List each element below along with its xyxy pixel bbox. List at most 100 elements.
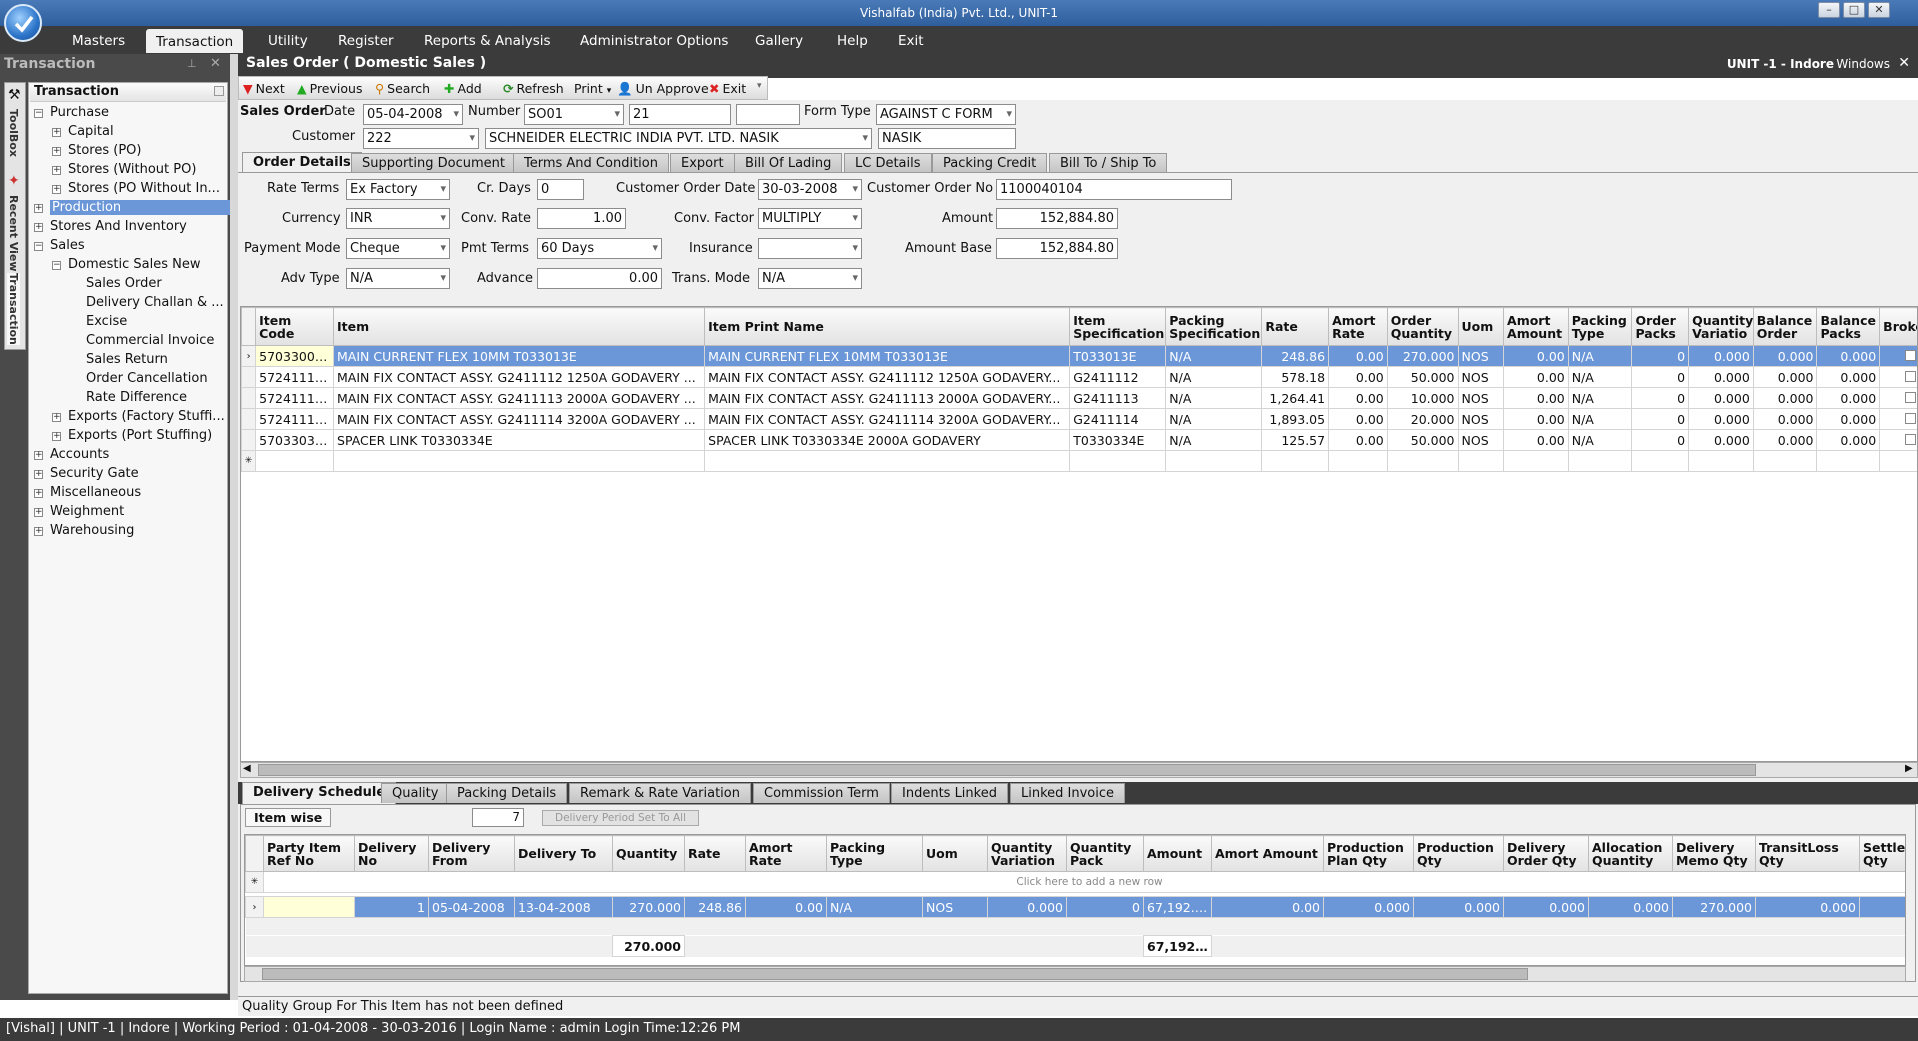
items-empty-cell[interactable] xyxy=(1688,450,1754,472)
items-empty-cell[interactable] xyxy=(1879,450,1917,472)
tab-packing-details[interactable]: Packing Details xyxy=(446,783,568,803)
brokerage-checkbox[interactable] xyxy=(1879,366,1917,388)
delivery-column-header[interactable]: Amort Amount xyxy=(1211,835,1324,872)
items-empty-cell[interactable] xyxy=(1503,450,1569,472)
print-button[interactable]: Print ▾ xyxy=(574,81,611,96)
tab-commission-term[interactable]: Commission Term xyxy=(753,783,890,803)
delivery-column-header[interactable]: Delivery Order Qty xyxy=(1503,835,1589,872)
items-cell[interactable]: 0.000 xyxy=(1816,387,1881,409)
row-pointer-icon[interactable]: › xyxy=(241,345,257,367)
new-row-hint[interactable]: Click here to add a new row xyxy=(263,871,1905,893)
tab-bill-of-lading[interactable]: Bill Of Lading xyxy=(734,153,843,173)
row-header-cell[interactable] xyxy=(241,429,257,451)
pin-icon[interactable]: ⊥ xyxy=(187,57,197,70)
currency-field[interactable]: INR xyxy=(346,208,450,229)
brokerage-checkbox[interactable] xyxy=(1879,429,1917,451)
tab-item-wise[interactable]: Item wise xyxy=(245,808,332,827)
items-cell[interactable]: NOS xyxy=(1457,387,1505,409)
menu-gallery[interactable]: Gallery xyxy=(755,33,803,49)
tab-order-details[interactable]: Order Details xyxy=(242,152,362,174)
items-empty-cell[interactable] xyxy=(1752,450,1818,472)
items-row[interactable]: 572411112 MAIN FIX CONTACT ASSY. G2411112… xyxy=(241,366,1917,388)
insurance-field[interactable] xyxy=(758,238,862,259)
delivery-column-header[interactable]: Delivery No xyxy=(354,835,429,872)
items-cell[interactable]: 0.000 xyxy=(1688,429,1754,451)
items-column-header[interactable]: Quantity Variatio xyxy=(1688,307,1754,346)
items-cell[interactable]: 0 xyxy=(1631,366,1690,388)
splitter[interactable] xyxy=(230,54,238,1000)
items-cell[interactable]: 0 xyxy=(1631,387,1690,409)
items-cell[interactable]: 0.000 xyxy=(1752,345,1818,367)
items-column-header[interactable]: Item xyxy=(333,307,706,346)
brokerage-checkbox[interactable] xyxy=(1879,387,1917,409)
tree-expander-icon[interactable]: + xyxy=(52,185,61,194)
tree-expander-icon[interactable]: + xyxy=(52,432,61,441)
tree-item[interactable]: Excise xyxy=(86,314,127,329)
items-cell[interactable]: 270.000 xyxy=(1386,345,1459,367)
items-cell[interactable]: 0.000 xyxy=(1688,366,1754,388)
items-cell[interactable]: 0.000 xyxy=(1752,408,1818,430)
items-cell[interactable]: G2411114 xyxy=(1069,408,1167,430)
items-cell[interactable]: N/A xyxy=(1567,408,1633,430)
items-cell[interactable]: 0.000 xyxy=(1816,366,1881,388)
advance-field[interactable]: 0.00 xyxy=(537,268,662,289)
items-cell[interactable]: NOS xyxy=(1457,366,1505,388)
items-cell[interactable]: N/A xyxy=(1165,429,1263,451)
tab-supporting-document[interactable]: Supporting Document xyxy=(351,153,516,173)
items-cell[interactable]: 0.00 xyxy=(1328,408,1388,430)
tab-quality[interactable]: Quality xyxy=(381,783,450,803)
items-empty-cell[interactable] xyxy=(1261,450,1330,472)
items-cell[interactable]: N/A xyxy=(1165,408,1263,430)
items-cell[interactable]: 0.000 xyxy=(1816,429,1881,451)
items-cell[interactable]: 572411112 xyxy=(255,366,335,388)
items-cell[interactable]: T033013E xyxy=(1069,345,1167,367)
items-column-header[interactable]: Balance Packs xyxy=(1816,307,1881,346)
tree-item[interactable]: Miscellaneous xyxy=(50,485,141,500)
items-empty-cell[interactable] xyxy=(1386,450,1459,472)
tree-item[interactable]: Exports (Factory Stuffi... xyxy=(68,409,225,424)
items-column-header[interactable]: Balance Order xyxy=(1752,307,1818,346)
items-column-header[interactable]: Brokerag xyxy=(1879,307,1917,346)
app-logo-icon[interactable] xyxy=(4,4,42,42)
menu-reports[interactable]: Reports & Analysis xyxy=(424,33,551,49)
items-cell[interactable]: 0.00 xyxy=(1328,429,1388,451)
items-cell[interactable]: 20.000 xyxy=(1386,408,1459,430)
cust-order-no-field[interactable]: 1100040104 xyxy=(996,179,1232,200)
row-header-cell[interactable] xyxy=(241,387,257,409)
delivery-column-header[interactable]: Production Plan Qty xyxy=(1323,835,1414,872)
tab-bill-to-ship-to[interactable]: Bill To / Ship To xyxy=(1049,153,1168,173)
tab-recent-view[interactable]: Recent View xyxy=(7,195,20,272)
items-cell[interactable]: 50.000 xyxy=(1386,429,1459,451)
number-extra-field[interactable] xyxy=(736,104,800,125)
items-cell[interactable]: 0.000 xyxy=(1688,387,1754,409)
items-cell[interactable]: 0.00 xyxy=(1503,429,1569,451)
menu-masters[interactable]: Masters xyxy=(72,33,125,49)
delivery-column-header[interactable]: Rate xyxy=(684,835,746,872)
rate-terms-field[interactable]: Ex Factory xyxy=(346,179,450,200)
delivery-column-header[interactable]: TransitLoss Qty xyxy=(1755,835,1860,872)
tree-item[interactable]: Accounts xyxy=(50,447,109,462)
tree-item[interactable]: Rate Difference xyxy=(86,390,187,405)
menu-register[interactable]: Register xyxy=(338,33,394,49)
items-new-row[interactable]: ✳ xyxy=(241,450,1917,472)
items-cell[interactable]: 0.00 xyxy=(1328,345,1388,367)
items-cell[interactable]: 0.000 xyxy=(1688,408,1754,430)
tree-item[interactable]: Commercial Invoice xyxy=(86,333,214,348)
items-cell[interactable]: 0.00 xyxy=(1503,387,1569,409)
brokerage-checkbox[interactable] xyxy=(1879,408,1917,430)
tree-item[interactable]: Stores (PO Without In... xyxy=(68,181,220,196)
windows-menu[interactable]: Windows xyxy=(1836,57,1890,71)
items-cell[interactable]: MAIN FIX CONTACT ASSY. G2411113 2000A GO… xyxy=(333,387,706,409)
search-button[interactable]: ⚲ Search xyxy=(375,81,430,96)
items-row[interactable]: › 570330013 MAIN CURRENT FLEX 10MM T033013… xyxy=(241,345,1917,367)
delivery-column-header[interactable]: Quantity Variation xyxy=(987,835,1067,872)
items-cell[interactable]: N/A xyxy=(1165,345,1263,367)
items-cell[interactable]: N/A xyxy=(1567,366,1633,388)
items-cell[interactable]: MAIN CURRENT FLEX 10MM T033013E xyxy=(704,345,1071,367)
items-empty-cell[interactable] xyxy=(1165,450,1263,472)
toolbar-overflow-icon[interactable]: ▾ xyxy=(757,81,762,91)
items-column-header[interactable]: Uom xyxy=(1457,307,1505,346)
delivery-cell[interactable]: 0.000 xyxy=(1323,896,1414,918)
delivery-cell[interactable]: 67,192.20 xyxy=(1143,896,1212,918)
tree-item[interactable]: Warehousing xyxy=(50,523,134,538)
